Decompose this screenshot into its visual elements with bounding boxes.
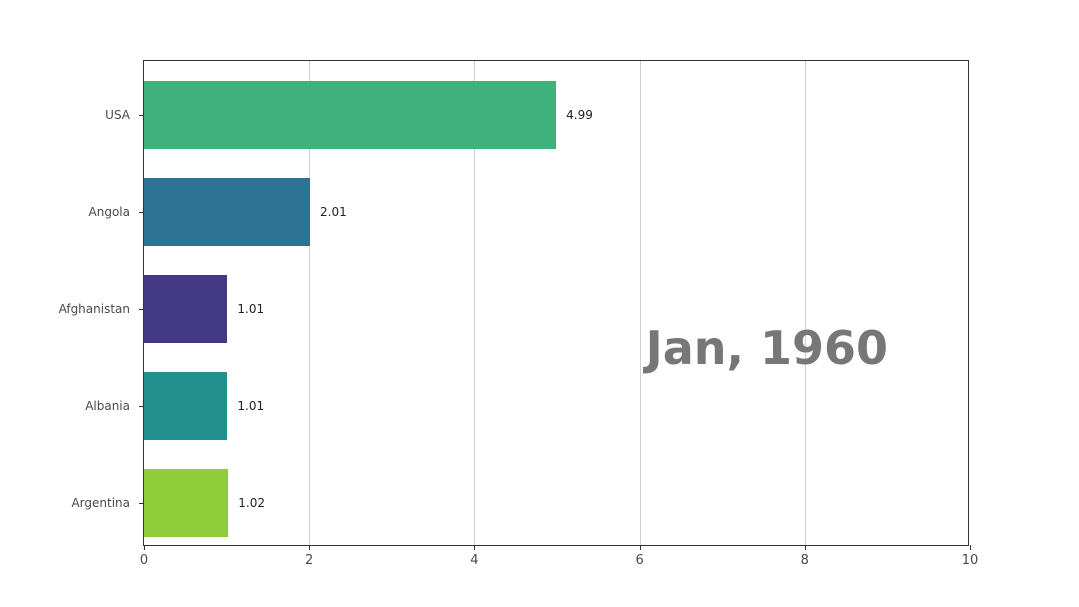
x-tick-label: 8 [801,545,809,568]
x-tick-label: 4 [470,545,478,568]
bar-value-label: 4.99 [556,108,593,122]
bar-value-label: 1.01 [227,399,264,413]
bar-value-label: 1.01 [227,302,264,316]
bar: 4.99 [144,81,556,149]
y-tick-label: Afghanistan [59,302,144,316]
x-tick-label: 6 [635,545,643,568]
x-tick-label: 10 [962,545,979,568]
bar: 1.01 [144,372,227,440]
bar-value-label: 1.02 [228,496,265,510]
period-label: Jan, 1960 [646,321,888,375]
chart-stage: 0246810USA4.99Angola2.01Afghanistan1.01A… [0,0,1079,607]
bar-value-label: 2.01 [310,205,347,219]
gridline [805,61,806,545]
bar: 2.01 [144,178,310,246]
x-tick-label: 2 [305,545,313,568]
bar: 1.02 [144,469,228,537]
plot-area: 0246810USA4.99Angola2.01Afghanistan1.01A… [143,60,969,546]
x-tick-label: 0 [140,545,148,568]
y-tick-label: USA [105,108,144,122]
y-tick-label: Angola [89,205,144,219]
bar: 1.01 [144,275,227,343]
y-tick-label: Albania [85,399,144,413]
y-tick-label: Argentina [71,496,144,510]
gridline [640,61,641,545]
